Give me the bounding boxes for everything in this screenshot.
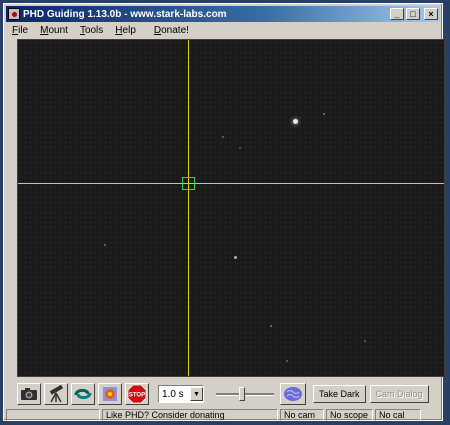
exposure-duration-select[interactable]: 1.0 s ▼ (158, 385, 204, 403)
status-bar: Like PHD? Consider donating No cam No sc… (6, 409, 440, 421)
guide-icon (103, 387, 117, 401)
telescope-icon (49, 385, 64, 403)
menu-file[interactable]: File (6, 25, 34, 36)
slider-thumb[interactable] (239, 387, 245, 401)
maximize-button[interactable]: □ (406, 8, 420, 20)
menu-help[interactable]: Help (109, 25, 142, 36)
star[interactable] (323, 113, 325, 115)
gamma-slider[interactable] (216, 385, 274, 403)
advanced-settings-button[interactable] (280, 383, 306, 405)
status-camera: No cam (280, 409, 324, 421)
camera-connect-button[interactable] (17, 383, 41, 405)
star[interactable] (234, 256, 237, 259)
menu-donate[interactable]: Donate! (148, 25, 195, 36)
star[interactable] (104, 244, 106, 246)
slider-track (216, 393, 274, 396)
crosshair-vertical (188, 40, 189, 376)
exposure-value: 1.0 s (162, 388, 184, 400)
status-message: Like PHD? Consider donating (102, 409, 278, 421)
loop-exposure-button[interactable] (71, 383, 95, 405)
loop-icon (74, 388, 92, 400)
star[interactable] (270, 325, 272, 327)
menu-tools[interactable]: Tools (74, 25, 109, 36)
guide-image-canvas[interactable] (17, 39, 445, 377)
window-title: PHD Guiding 1.13.0b - www.stark-labs.com (23, 8, 227, 20)
take-dark-button[interactable]: Take Dark (313, 385, 366, 403)
telescope-connect-button[interactable] (44, 383, 68, 405)
cam-dialog-button[interactable]: Cam Dialog (369, 385, 429, 403)
menu-bar: File Mount Tools Help Donate! (6, 23, 440, 37)
star[interactable] (222, 136, 224, 138)
brain-icon (284, 387, 302, 401)
status-scope: No scope (326, 409, 373, 421)
toolbar: STOP 1.0 s ▼ Take Dark Cam Dialog (17, 380, 445, 408)
status-calibration: No cal (375, 409, 421, 421)
star[interactable] (293, 119, 298, 124)
minimize-button[interactable]: _ (390, 8, 404, 20)
close-button[interactable]: × (424, 8, 438, 20)
stop-button[interactable]: STOP (125, 383, 149, 405)
stop-icon: STOP (127, 384, 147, 404)
title-bar[interactable]: PHD Guiding 1.13.0b - www.stark-labs.com… (6, 6, 440, 22)
app-window: PHD Guiding 1.13.0b - www.stark-labs.com… (3, 3, 445, 421)
menu-mount[interactable]: Mount (34, 25, 74, 36)
crosshair-horizontal (18, 183, 444, 184)
svg-text:STOP: STOP (129, 393, 145, 399)
guide-button[interactable] (98, 383, 122, 405)
camera-icon (21, 388, 37, 400)
status-spacer (6, 409, 100, 421)
star-lock-box (182, 177, 195, 190)
star[interactable] (286, 360, 288, 362)
star[interactable] (239, 147, 241, 149)
star[interactable] (364, 340, 366, 342)
app-icon[interactable] (8, 8, 20, 20)
chevron-down-icon[interactable]: ▼ (190, 387, 203, 401)
